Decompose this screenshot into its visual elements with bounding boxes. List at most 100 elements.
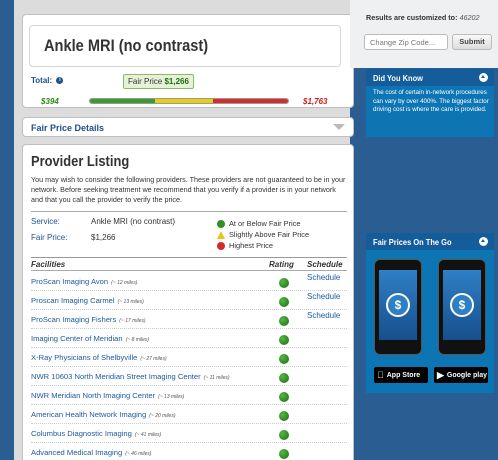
- title-box: Ankle MRI (no contrast): [29, 25, 341, 67]
- info-icon[interactable]: i: [56, 77, 64, 85]
- procedure-card: Ankle MRI (no contrast) Total: i Fair Pr…: [22, 14, 354, 108]
- provider-listing-title: Provider Listing: [31, 153, 130, 170]
- legend-yellow: Slightly Above Fair Price: [217, 230, 309, 239]
- facility-link[interactable]: Advanced Medical Imaging (~ 46 miles): [31, 448, 151, 457]
- phone-screen: $: [443, 270, 481, 340]
- rating-green-icon: [279, 449, 289, 459]
- did-you-know-header: Did You Know: [366, 69, 494, 86]
- app-logo-icon: $: [386, 293, 410, 317]
- submit-button[interactable]: Submit: [452, 34, 492, 50]
- legend-green-label: At or Below Fair Price: [229, 219, 301, 228]
- table-row: Imaging Center of Meridian (~ 8 miles): [31, 329, 347, 348]
- on-the-go-title: Fair Prices On The Go: [373, 237, 452, 247]
- total-label: Total: i: [31, 76, 64, 85]
- rating-green-icon: [279, 430, 289, 440]
- collapse-icon[interactable]: [479, 237, 488, 246]
- table-row: Columbus Diagnostic Imaging (~ 41 miles): [31, 424, 347, 443]
- divider: [31, 211, 347, 212]
- range-green: [90, 99, 156, 103]
- fair-price-value: $1,266: [164, 77, 189, 86]
- rating-green-icon: [279, 335, 289, 345]
- google-play-badge[interactable]: ▶ Google play: [434, 367, 488, 383]
- facility-distance: (~ 41 miles): [134, 432, 162, 438]
- rating-green-icon: [279, 373, 289, 383]
- table-row: NWR Meridian North Imaging Center (~ 13 m…: [31, 386, 347, 405]
- facility-distance: (~ 13 miles): [158, 394, 185, 400]
- table-row: American Health Network Imaging (~ 20 mil…: [31, 405, 347, 424]
- high-price: $1,763: [303, 97, 328, 106]
- facility-link[interactable]: Columbus Diagnostic Imaging (~ 41 miles): [31, 429, 161, 438]
- app-logo-icon: $: [450, 293, 474, 317]
- fair-price-label: Fair Price:: [31, 233, 68, 242]
- results-customized-text: Results are customized to: 46202: [366, 13, 480, 22]
- low-price: $394: [41, 97, 59, 106]
- service-label: Service:: [31, 217, 60, 226]
- facility-distance: (~ 46 miles): [125, 451, 152, 457]
- facility-link[interactable]: American Health Network Imaging (~ 20 mil…: [31, 410, 176, 419]
- on-the-go-header: Fair Prices On The Go: [366, 233, 494, 250]
- fair-price-amount: $1,266: [91, 233, 116, 242]
- range-red: [212, 99, 288, 103]
- page-title: Ankle MRI (no contrast): [44, 36, 209, 55]
- provider-listing-card: Provider Listing You may wish to conside…: [22, 144, 354, 460]
- apple-icon: : [377, 370, 384, 380]
- table-header: Facilities Rating Schedule: [31, 257, 347, 271]
- did-you-know-title: Did You Know: [373, 73, 424, 83]
- provider-disclaimer: You may wish to consider the following p…: [31, 175, 346, 204]
- service-value: Ankle MRI (no contrast): [91, 217, 176, 226]
- table-row: Advanced Medical Imaging (~ 46 miles): [31, 443, 347, 460]
- fair-price-bubble: Fair Price $1,266: [123, 74, 194, 89]
- fair-price-details-label: Fair Price Details: [31, 123, 105, 133]
- facility-distance: (~ 13 miles): [117, 299, 144, 305]
- schedule-link[interactable]: Schedule: [307, 292, 340, 301]
- rating-green-icon: [279, 411, 289, 421]
- rating-green-icon: [279, 392, 289, 402]
- legend-yellow-label: Slightly Above Fair Price: [229, 230, 310, 239]
- col-facilities: Facilities: [31, 260, 66, 269]
- iphone-image: $: [374, 259, 422, 355]
- schedule-link[interactable]: Schedule: [307, 311, 340, 320]
- did-you-know-body: The cost of certain in-network procedure…: [373, 89, 489, 114]
- facility-link[interactable]: ProScan Imaging Fishers (~ 17 miles): [31, 315, 146, 324]
- main-content: Ankle MRI (no contrast) Total: i Fair Pr…: [14, 0, 354, 460]
- facility-distance: (~ 20 miles): [149, 413, 176, 419]
- facility-link[interactable]: Proscan Imaging Carmel (~ 13 miles): [31, 296, 144, 305]
- phone-screen: $: [379, 270, 417, 340]
- chevron-down-icon[interactable]: [333, 124, 345, 130]
- legend-green: At or Below Fair Price: [217, 219, 300, 228]
- schedule-link[interactable]: Schedule: [307, 273, 340, 282]
- range-yellow: [155, 99, 213, 103]
- facility-link[interactable]: X-Ray Physicians of Shelbyville (~ 27 mil…: [31, 353, 167, 362]
- rating-green-icon: [279, 297, 289, 307]
- green-dot-icon: [217, 219, 225, 228]
- yellow-triangle-icon: [217, 230, 225, 239]
- col-schedule: Schedule: [307, 260, 343, 269]
- legend-red: Highest Price: [217, 241, 273, 250]
- red-dot-icon: [217, 241, 225, 250]
- facility-distance: (~ 11 miles): [203, 375, 230, 381]
- app-store-label: App Store: [380, 371, 420, 379]
- facility-link[interactable]: NWR 10603 North Meridian Street Imaging …: [31, 372, 230, 381]
- collapse-icon[interactable]: [479, 73, 488, 82]
- zip-code-input[interactable]: [364, 34, 448, 50]
- table-row: ProScan Imaging Fishers (~ 17 miles) Sche…: [31, 310, 347, 329]
- app-store-badge[interactable]:  App Store: [374, 367, 428, 383]
- facility-distance: (~ 12 miles): [111, 280, 138, 286]
- fair-price-prefix: Fair Price: [128, 77, 163, 86]
- android-phone-image: $: [438, 259, 486, 355]
- facility-link[interactable]: NWR Meridian North Imaging Center (~ 13 m…: [31, 391, 184, 400]
- facility-distance: (~ 27 miles): [140, 356, 167, 362]
- fair-prices-on-the-go-panel: Fair Prices On The Go $ $  App Store ▶ …: [366, 233, 494, 393]
- legend-red-label: Highest Price: [229, 241, 273, 250]
- zip-customization-panel: Results are customized to: 46202 Submit: [350, 0, 498, 68]
- table-row: X-Ray Physicians of Shelbyville (~ 27 mil…: [31, 348, 347, 367]
- fair-price-details-toggle[interactable]: Fair Price Details: [22, 117, 354, 137]
- table-row: NWR 10603 North Meridian Street Imaging …: [31, 367, 347, 386]
- facility-distance: (~ 17 miles): [119, 318, 146, 324]
- facility-link[interactable]: Imaging Center of Meridian (~ 8 miles): [31, 334, 149, 343]
- google-play-label: Google play: [446, 371, 487, 379]
- did-you-know-panel: Did You Know The cost of certain in-netw…: [366, 69, 494, 137]
- price-range-bar: [89, 98, 289, 104]
- facility-distance: (~ 8 miles): [125, 337, 150, 343]
- facility-link[interactable]: ProScan Imaging Avon (~ 12 miles): [31, 277, 137, 286]
